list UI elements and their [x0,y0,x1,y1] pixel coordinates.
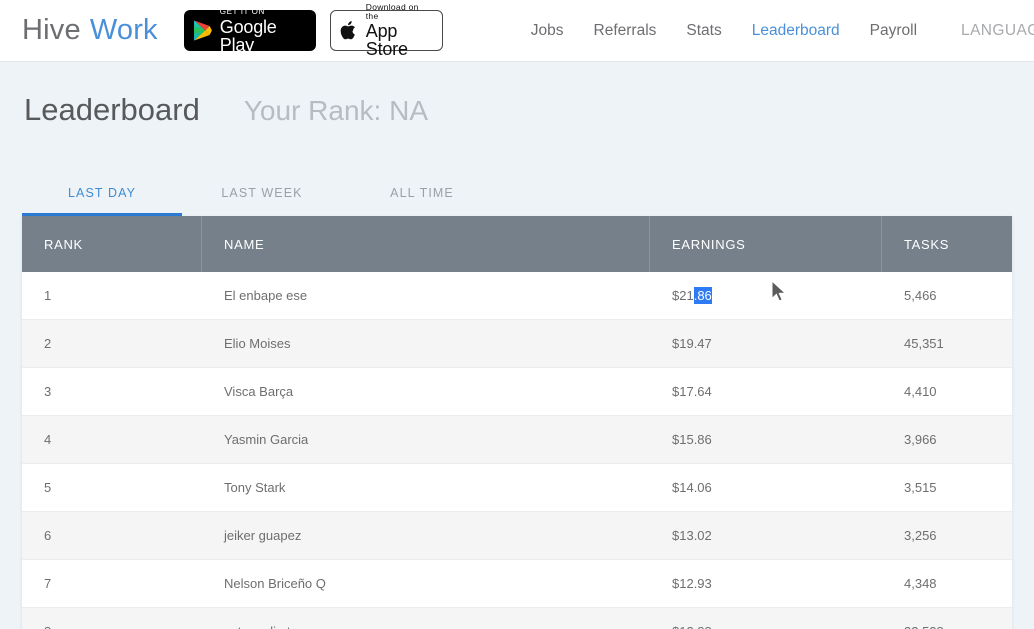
cell-tasks: 3,966 [904,432,937,447]
nav-item-payroll[interactable]: Payroll [870,22,917,40]
app-store-badge-title: App Store [365,21,408,59]
cell-tasks: 4,348 [904,576,937,591]
cell-tasks: 45,351 [904,336,944,351]
brand-name-work: Work [89,14,158,46]
site-header: Hive Work GET IT ON Google Play Download… [0,0,1034,62]
table-row[interactable]: 6 jeiker guapez $13.02 3,256 [22,512,1012,560]
nav-item-stats[interactable]: Stats [686,22,721,40]
cell-earnings: $12.88 [650,624,882,629]
cell-name: Nelson Briceño Q [224,576,326,591]
app-store-badge-small-text: Download on the [365,2,419,21]
earnings-selected-text: .86 [693,287,712,304]
brand-logo[interactable]: Hive Work [22,14,158,47]
nav-item-referrals[interactable]: Referrals [594,22,657,40]
table-row[interactable]: 3 Visca Barça $17.64 4,410 [22,368,1012,416]
leaderboard-period-tabs: LAST DAY LAST WEEK ALL TIME [22,164,1012,216]
cell-rank: 1 [44,288,52,303]
table-row[interactable]: 7 Nelson Briceño Q $12.93 4,348 [22,560,1012,608]
tab-all-time[interactable]: ALL TIME [342,186,502,216]
cell-rank: 6 [44,528,52,543]
cell-rank: 3 [44,384,52,399]
cell-earnings: $14.06 [672,480,712,495]
table-row[interactable]: 8 setyo adi utomo $12.88 32,528 [22,608,1012,629]
table-header-row: RANK NAME EARNINGS TASKS [22,216,1012,272]
store-badges: GET IT ON Google Play Download on the Ap… [183,3,443,58]
column-header-tasks[interactable]: TASKS [882,216,1012,272]
google-play-badge-small-text: GET IT ON [219,6,265,16]
cell-tasks: 3,256 [904,528,937,543]
app-store-badge[interactable]: Download on the App Store [329,3,443,58]
nav-item-jobs[interactable]: Jobs [531,22,564,40]
cell-earnings[interactable]: $21.86 [650,287,882,304]
nav-item-leaderboard[interactable]: Leaderboard [752,22,840,40]
your-rank-label: Your Rank: NA [243,95,429,126]
table-row[interactable]: 5 Tony Stark $14.06 3,515 [22,464,1012,512]
cell-tasks: 4,410 [904,384,937,399]
cell-rank: 7 [44,576,52,591]
google-play-icon [193,20,212,41]
cell-name: El enbape ese [224,288,308,303]
cell-tasks: 32,528 [882,624,1012,629]
cell-earnings: $12.93 [672,576,712,591]
cell-name: Tony Stark [224,480,286,495]
page-titlebar: Leaderboard Your Rank: NA [22,62,1012,158]
cell-earnings: $15.86 [672,432,712,447]
earnings-unselected-text: $21 [672,288,694,303]
cell-earnings: $17.64 [672,384,712,399]
cell-name: setyo adi utomo [202,624,650,629]
main-navigation: Jobs Referrals Stats Leaderboard Payroll [531,22,917,40]
tab-last-day[interactable]: LAST DAY [22,186,182,216]
page-title: Leaderboard [24,92,200,127]
cell-name: Visca Barça [224,384,294,399]
language-selector[interactable]: LANGUAGE: [961,22,1034,40]
cell-tasks: 5,466 [904,288,937,303]
cell-rank: 2 [44,336,52,351]
brand-name-hive: Hive [22,14,81,46]
cell-earnings: $19.47 [672,336,712,351]
cell-rank: 8 [22,624,202,629]
cell-name: jeiker guapez [224,528,302,543]
page-content: Leaderboard Your Rank: NA LAST DAY LAST … [0,62,1034,629]
cell-name: Elio Moises [224,336,291,351]
cell-rank: 5 [44,480,52,495]
google-play-badge[interactable]: GET IT ON Google Play [183,6,316,55]
column-header-earnings[interactable]: EARNINGS [650,216,882,272]
leaderboard-table: RANK NAME EARNINGS TASKS 1 El enbape ese… [22,216,1012,629]
table-row[interactable]: 4 Yasmin Garcia $15.86 3,966 [22,416,1012,464]
table-row[interactable]: 1 El enbape ese $21.86 5,466 [22,272,1012,320]
cell-name: Yasmin Garcia [224,432,309,447]
table-row[interactable]: 2 Elio Moises $19.47 45,351 [22,320,1012,368]
google-play-badge-title: Google Play [219,16,277,55]
column-header-name[interactable]: NAME [202,216,650,272]
column-header-rank[interactable]: RANK [22,216,202,272]
cell-earnings: $13.02 [672,528,712,543]
cell-rank: 4 [44,432,52,447]
apple-logo-icon [340,21,355,40]
tab-last-week[interactable]: LAST WEEK [182,186,342,216]
cell-tasks: 3,515 [904,480,937,495]
